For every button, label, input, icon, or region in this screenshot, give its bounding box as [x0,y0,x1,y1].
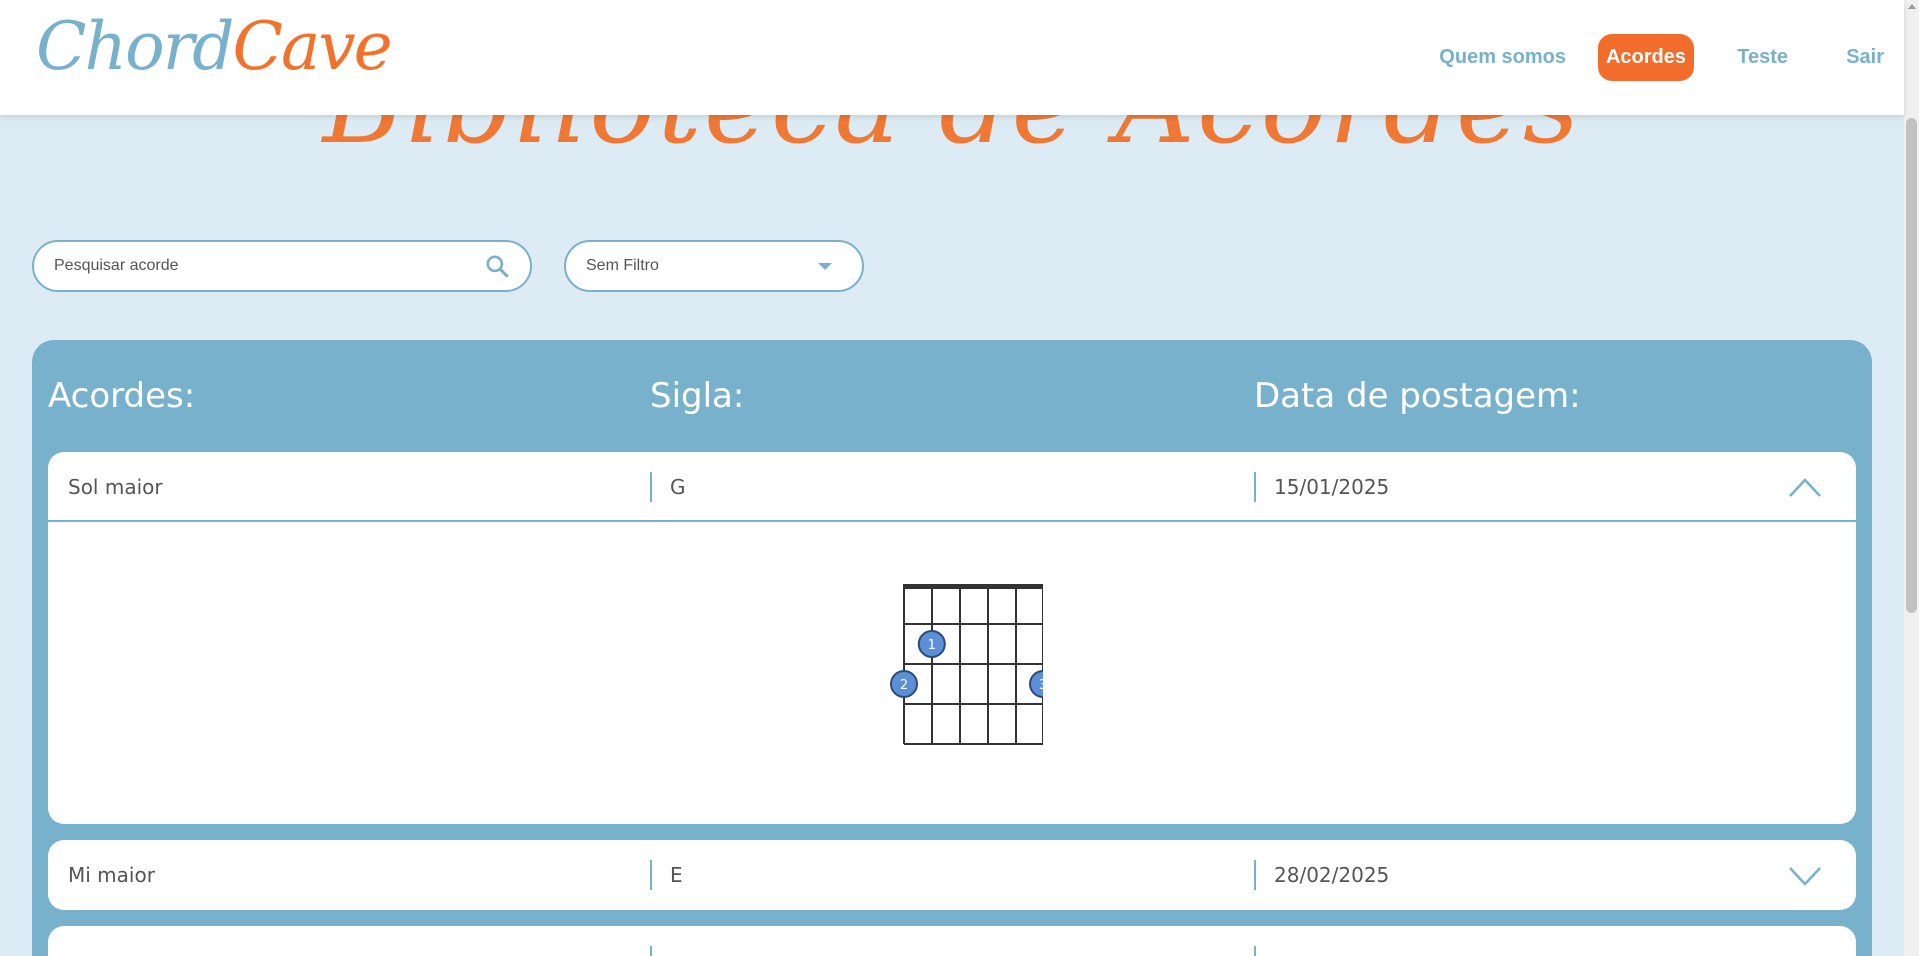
page-scrollbar[interactable] [1904,0,1919,956]
chord-date: 28/02/2025 [1274,863,1390,887]
scroll-up-arrow-icon[interactable] [1908,4,1916,9]
nav-quem-somos[interactable]: Quem somos [1431,34,1574,81]
search-input[interactable] [54,257,484,275]
chord-date: 15/01/2025 [1274,475,1390,499]
logo-part-chord: Chord [36,8,235,85]
chord-diagram: 1 2 3 [890,584,1043,745]
chord-detail: 1 2 3 [48,524,1856,824]
row-header[interactable] [48,926,1856,956]
row-header[interactable]: Mi maior E 28/02/2025 [48,840,1856,910]
search-icon[interactable] [484,253,510,279]
nav-sair[interactable]: Sair [1838,34,1892,81]
site-header: ChordCave Quem somos Acordes Teste Sair [0,0,1904,115]
finger-label: 2 [900,678,908,693]
filter-select[interactable]: Sem Filtro [564,240,864,292]
filter-selected-value: Sem Filtro [586,257,659,274]
main-nav: Quem somos Acordes Teste Sair [1404,32,1904,82]
chordcave-logo[interactable]: ChordCave [36,14,393,80]
chevron-up-icon[interactable] [1788,474,1822,500]
finger-label: 3 [1039,678,1043,693]
chord-nut [903,584,1043,589]
chord-symbol: G [670,475,686,499]
table-row[interactable] [48,926,1856,956]
chord-name: Sol maior [68,475,163,499]
column-header-sigla: Sigla: [650,376,745,416]
chord-name: Mi maior [68,863,155,887]
caret-down-icon [818,262,832,270]
column-divider [1254,946,1256,956]
search-box [32,240,532,292]
scroll-thumb[interactable] [1906,118,1917,613]
chord-symbol: E [670,863,683,887]
row-header[interactable]: Sol maior G 15/01/2025 [48,452,1856,522]
nav-teste[interactable]: Teste [1729,34,1796,81]
chevron-down-icon[interactable] [1788,862,1822,888]
finger-label: 1 [928,638,936,653]
column-divider [650,946,652,956]
table-row: Sol maior G 15/01/2025 1 2 [48,452,1856,824]
logo-part-cave: Cave [232,8,393,85]
chords-table: Acordes: Sigla: Data de postagem: Sol ma… [32,340,1872,956]
column-header-acordes: Acordes: [48,376,196,416]
table-row[interactable]: Mi maior E 28/02/2025 [48,840,1856,910]
fretboard-grid [903,584,1043,745]
column-header-data: Data de postagem: [1254,376,1581,416]
nav-acordes[interactable]: Acordes [1597,33,1694,81]
